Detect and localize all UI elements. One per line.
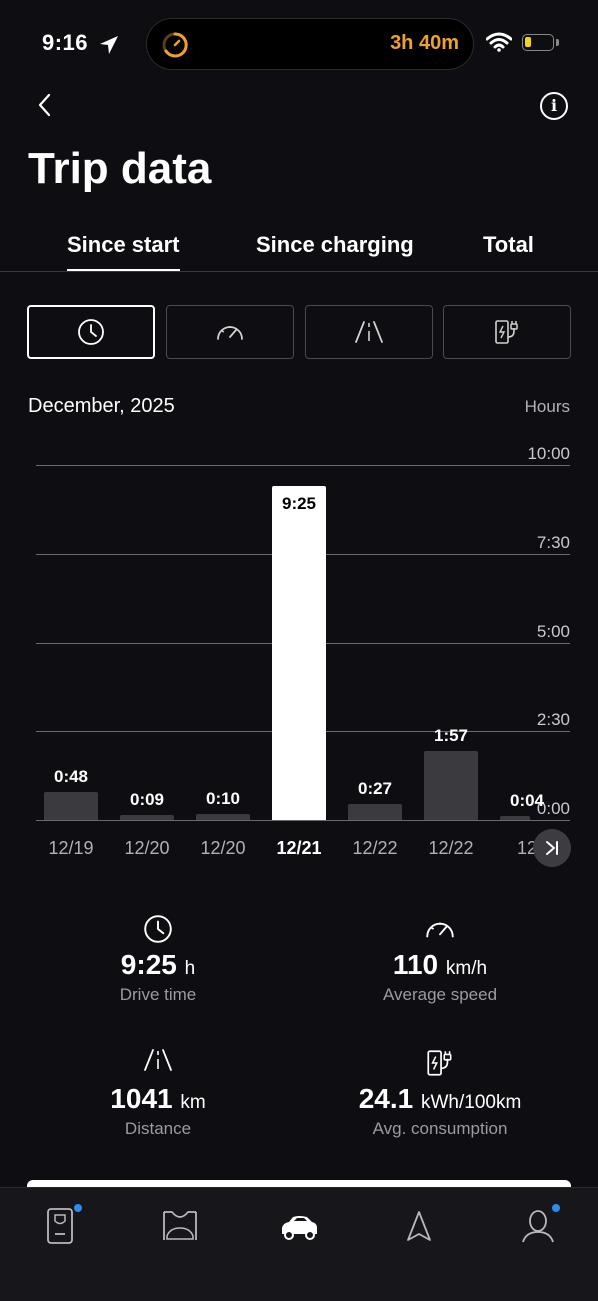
- chart-bar[interactable]: [196, 814, 250, 820]
- back-chevron-icon[interactable]: [30, 90, 60, 120]
- tab-since-start[interactable]: Since start: [67, 232, 180, 272]
- profile-icon: [522, 1210, 554, 1243]
- x-tick-label[interactable]: 12/20: [188, 838, 258, 859]
- consumption-value: 24.1: [358, 1083, 414, 1114]
- average-speed-stat: 110 km/h Average speed: [310, 913, 570, 1005]
- consumption-label: Avg. consumption: [372, 1119, 508, 1138]
- bar-value-label: 0:10: [205, 789, 241, 809]
- skip-forward-icon: [546, 841, 558, 855]
- dynamic-island[interactable]: 3h 40m: [146, 18, 474, 70]
- drive-time-value: 9:25: [120, 949, 177, 980]
- notification-badge: [552, 1204, 560, 1212]
- consumption-stat: 24.1 kWh/100km Avg. consumption: [310, 1047, 570, 1139]
- average-speed-unit: km/h: [445, 958, 488, 979]
- battery-tip: [556, 39, 559, 46]
- speedometer-icon: [426, 922, 454, 938]
- bar-value-label: 0:04: [509, 791, 545, 810]
- chart-next-button[interactable]: [533, 829, 571, 867]
- car-icon: [282, 1216, 317, 1240]
- distance-stat: 1041 km Distance: [28, 1047, 288, 1139]
- consumption-metric-button[interactable]: [443, 305, 571, 359]
- page-title: Trip data: [28, 144, 212, 193]
- x-tick-label[interactable]: 12/22: [340, 838, 410, 859]
- tab-total[interactable]: Total: [483, 232, 534, 258]
- timer-ring-icon: [162, 32, 188, 58]
- road-icon: [355, 321, 383, 343]
- tab-navigation[interactable]: [389, 1206, 449, 1256]
- chart-bar[interactable]: [120, 814, 174, 820]
- chart-bar[interactable]: [44, 791, 98, 820]
- garage-icon: [163, 1211, 197, 1240]
- chart-month: December, 2025: [28, 395, 175, 417]
- activity-timer: 3h 40m: [390, 32, 459, 54]
- average-speed-label: Average speed: [382, 985, 498, 1004]
- distance-unit: km: [180, 1092, 206, 1113]
- drive-time-stat: 9:25 h Drive time: [28, 913, 288, 1005]
- bar-value-label: 1:57: [433, 725, 469, 745]
- vehicle-key-icon: [47, 1208, 73, 1244]
- drive-time-unit: h: [184, 958, 196, 979]
- notification-badge: [74, 1204, 82, 1212]
- location-arrow-icon: [100, 36, 118, 54]
- chart-units: Hours: [524, 397, 570, 416]
- x-tick-label[interactable]: 12/22: [416, 838, 486, 859]
- chart-gridline: [36, 465, 570, 466]
- bar-value-label: 9:25: [281, 493, 317, 513]
- charging-icon: [495, 320, 518, 344]
- battery-icon: [522, 34, 554, 51]
- clock-icon: [78, 319, 104, 345]
- speedometer-icon: [217, 326, 243, 340]
- bar-value-label: 0:09: [129, 789, 165, 809]
- bottom-tab-bar: [0, 1187, 598, 1301]
- chart-baseline: [36, 820, 570, 821]
- chart-bar[interactable]: [424, 750, 478, 820]
- chart-bar[interactable]: [500, 816, 530, 820]
- info-icon[interactable]: i: [540, 92, 568, 120]
- tabs-divider: [0, 271, 598, 272]
- clock-icon: [144, 915, 172, 943]
- drive-time-metric-button[interactable]: [27, 305, 155, 359]
- y-tick-label: 7:30: [532, 532, 570, 553]
- consumption-unit: kWh/100km: [420, 1092, 522, 1113]
- tab-garage[interactable]: [150, 1206, 210, 1256]
- chart-bar[interactable]: [272, 485, 326, 820]
- y-tick-label: 10:00: [523, 444, 570, 464]
- y-tick-label: 2:30: [532, 710, 570, 731]
- navigation-arrow-icon: [407, 1211, 431, 1241]
- tab-profile[interactable]: [508, 1204, 568, 1256]
- distance-value: 1041: [110, 1083, 173, 1114]
- bar-value-label: 0:48: [53, 766, 89, 786]
- x-tick-label[interactable]: 12/19: [36, 838, 106, 859]
- drive-time-label: Drive time: [119, 985, 197, 1004]
- tab-car[interactable]: [269, 1206, 329, 1256]
- distance-metric-button[interactable]: [305, 305, 433, 359]
- chart-bar[interactable]: [348, 804, 402, 820]
- bar-value-label: 0:27: [357, 779, 393, 799]
- road-icon: [144, 1049, 172, 1071]
- wifi-icon: [486, 32, 512, 52]
- speed-metric-button[interactable]: [166, 305, 294, 359]
- average-speed-value: 110: [392, 949, 439, 980]
- tab-vehicle-key[interactable]: [30, 1204, 90, 1256]
- x-tick-label[interactable]: 12/21: [264, 838, 334, 859]
- tab-since-charging[interactable]: Since charging: [256, 232, 414, 258]
- y-tick-label: 5:00: [532, 621, 570, 642]
- status-time: 9:16: [42, 30, 89, 55]
- x-tick-label[interactable]: 12/20: [112, 838, 182, 859]
- charging-icon: [427, 1050, 452, 1076]
- distance-label: Distance: [124, 1119, 192, 1138]
